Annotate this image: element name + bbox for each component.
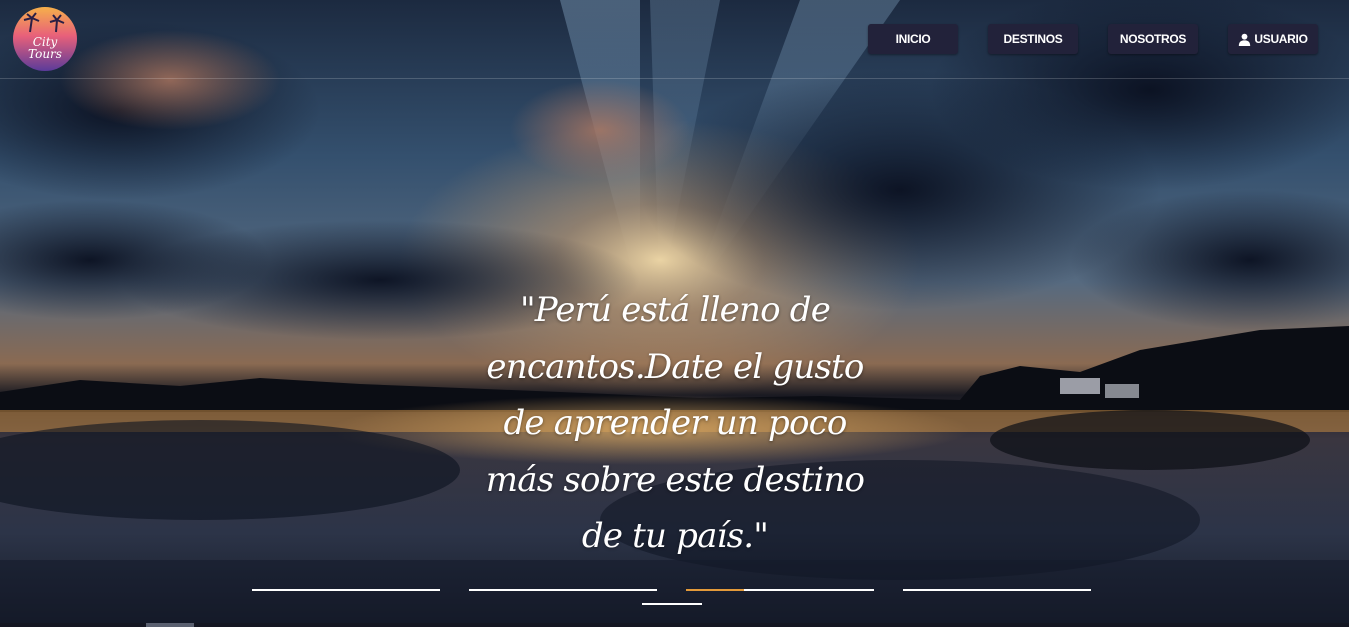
carousel-indicator-4[interactable] [903, 589, 1091, 591]
nav-destinos-button[interactable]: DESTINOS [988, 24, 1078, 54]
nav-inicio-label: INICIO [895, 32, 931, 46]
city-tours-logo[interactable]: City Tours [12, 6, 78, 72]
nav-nosotros-button[interactable]: NOSOTROS [1108, 24, 1198, 54]
carousel-indicator-1[interactable] [252, 589, 440, 591]
carousel-indicator-2[interactable] [469, 589, 657, 591]
nav-usuario-label: USUARIO [1254, 32, 1308, 46]
carousel-indicator-5[interactable] [642, 603, 702, 605]
main-nav: INICIO DESTINOS NOSOTROS USUARIO [868, 24, 1318, 54]
nav-usuario-button[interactable]: USUARIO [1228, 24, 1318, 54]
logo-text-line2: Tours [28, 47, 62, 61]
carousel-indicator-3[interactable] [686, 589, 874, 591]
site-header: City Tours INICIO DESTINOS NOSOTROS USUA… [0, 0, 1349, 79]
horizontal-scrollbar-thumb[interactable] [146, 623, 194, 627]
nav-inicio-button[interactable]: INICIO [868, 24, 958, 54]
horizontal-scrollbar[interactable] [0, 623, 1349, 627]
nav-nosotros-label: NOSOTROS [1119, 32, 1187, 46]
nav-destinos-label: DESTINOS [1003, 32, 1063, 46]
user-icon [1239, 33, 1251, 46]
carousel-indicator-3-progress [686, 589, 745, 591]
page: City Tours INICIO DESTINOS NOSOTROS USUA… [0, 0, 1349, 627]
hero-quote: "Perú está lleno de encantos.Date el gus… [485, 290, 865, 556]
